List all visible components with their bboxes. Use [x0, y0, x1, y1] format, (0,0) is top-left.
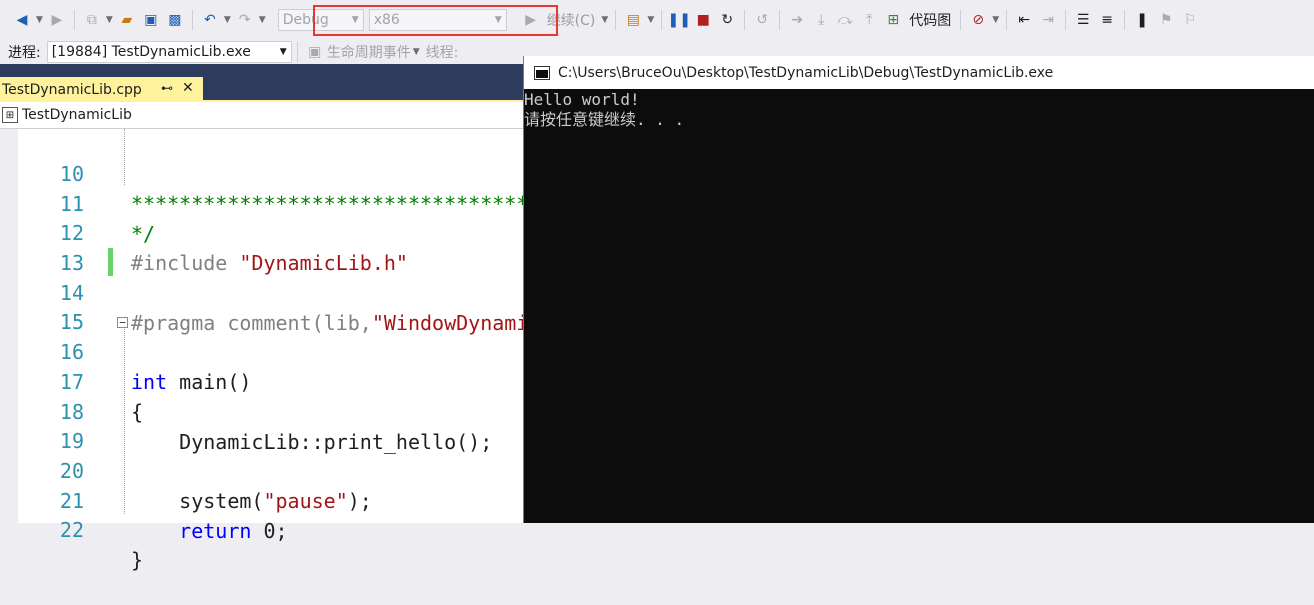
toolbar-separator [960, 10, 962, 30]
tab-testdynamiclib-cpp[interactable]: TestDynamicLib.cpp ⊷ ✕ [0, 77, 203, 102]
process-label: 进程: [8, 45, 41, 61]
save-icon[interactable]: ▣ [141, 10, 161, 30]
find-dropdown-icon[interactable]: ▼ [647, 15, 654, 25]
back-icon[interactable]: ◀ [12, 10, 32, 30]
toolbar-separator [744, 10, 746, 30]
toolbar-separator [73, 10, 75, 30]
new-project-icon[interactable]: ⧉ [82, 10, 102, 30]
toolbar-separator [1124, 10, 1126, 30]
comment-block-guide [124, 129, 125, 185]
project-scope-dropdown[interactable]: TestDynamicLib [22, 107, 132, 123]
show-next-statement-icon[interactable]: ➔ [787, 10, 807, 30]
standard-toolbar: ◀ ▼ ▶ ⧉ ▼ ▰ ▣ ▩ ↶ ▼ ↷ ▼ Debug ▼ x86 ▼ ▶ … [0, 0, 1314, 40]
previous-bookmark-icon[interactable]: ⚑ [1156, 10, 1176, 30]
project-icon: ⊞ [2, 107, 18, 123]
toolbar-separator [615, 10, 617, 30]
code-text: } [131, 548, 144, 572]
outline-guide [124, 329, 125, 514]
undo-dropdown-icon[interactable]: ▼ [224, 15, 231, 25]
tab-label: TestDynamicLib.cpp [2, 81, 142, 98]
console-output[interactable]: Hello world! 请按任意键继续. . . [524, 90, 1314, 523]
lifecycle-events-button[interactable]: 生命周期事件 [327, 42, 411, 62]
open-file-icon[interactable]: ▰ [117, 10, 137, 30]
collapse-toggle-icon[interactable]: − [117, 317, 128, 328]
process-value: [19884] TestDynamicLib.exe [51, 44, 251, 60]
next-bookmark-icon[interactable]: ⚐ [1180, 10, 1200, 30]
redo-icon[interactable]: ↷ [235, 10, 255, 30]
config-platform-highlight-box [313, 5, 558, 36]
forward-icon[interactable]: ▶ [47, 10, 67, 30]
continue-dropdown-icon[interactable]: ▼ [601, 15, 608, 25]
code-map-icon[interactable]: ⊞ [883, 10, 903, 30]
toolbar-separator [661, 10, 663, 30]
step-into-icon[interactable]: ⤓ [811, 10, 831, 30]
back-dropdown-icon[interactable]: ▼ [36, 15, 43, 25]
toolbar-separator [1065, 10, 1067, 30]
line-number: 22 [59, 518, 84, 542]
indent-decrease-icon[interactable]: ⇤ [1014, 10, 1034, 30]
new-project-dropdown-icon[interactable]: ▼ [106, 15, 113, 25]
toolbar-separator [296, 42, 298, 62]
lifecycle-dropdown-icon[interactable]: ▼ [413, 47, 420, 57]
toolbar-separator [1006, 10, 1008, 30]
pause-icon[interactable]: ❚❚ [668, 10, 691, 30]
pin-icon[interactable]: ⊷ [161, 81, 173, 95]
console-output-line: 请按任意键继续. . . [524, 110, 685, 129]
find-in-files-icon[interactable]: ▤ [623, 10, 643, 30]
toolbar-separator [191, 10, 193, 30]
save-all-icon[interactable]: ▩ [165, 10, 185, 30]
change-tracking-bar [108, 248, 113, 276]
undo-icon[interactable]: ↶ [200, 10, 220, 30]
console-app-icon [534, 65, 550, 80]
console-window[interactable]: C:\Users\BruceOu\Desktop\TestDynamicLib\… [523, 56, 1314, 523]
close-icon[interactable]: ✕ [182, 80, 194, 96]
redo-dropdown-icon[interactable]: ▼ [259, 15, 266, 25]
console-titlebar[interactable]: C:\Users\BruceOu\Desktop\TestDynamicLib\… [524, 56, 1314, 89]
restart-icon[interactable]: ↻ [717, 10, 737, 30]
breakpoint-toggle-icon[interactable]: ⊘ [968, 10, 988, 30]
indent-increase-icon[interactable]: ⇥ [1038, 10, 1058, 30]
toolbar-separator [779, 10, 781, 30]
breakpoint-dropdown-icon[interactable]: ▼ [992, 15, 999, 25]
console-title: C:\Users\BruceOu\Desktop\TestDynamicLib\… [558, 64, 1054, 81]
hot-reload-icon[interactable]: ↺ [752, 10, 772, 30]
console-output-line: Hello world! [524, 90, 640, 109]
process-combo[interactable]: [19884] TestDynamicLib.exe ▼ [46, 41, 292, 63]
bookmark-icon[interactable]: ❚ [1132, 10, 1152, 30]
chevron-down-icon: ▼ [279, 47, 287, 57]
step-out-icon[interactable]: ⤒ [859, 10, 879, 30]
stop-icon[interactable]: ■ [693, 10, 713, 30]
thread-label: 线程: [425, 45, 459, 61]
code-map-button[interactable]: 代码图 [909, 10, 951, 30]
step-over-icon[interactable]: ⤼ [835, 10, 855, 30]
uncomment-lines-icon[interactable]: ≡ [1097, 10, 1117, 30]
lifecycle-events-icon[interactable]: ▣ [305, 42, 325, 62]
comment-lines-icon[interactable]: ☰ [1073, 10, 1093, 30]
